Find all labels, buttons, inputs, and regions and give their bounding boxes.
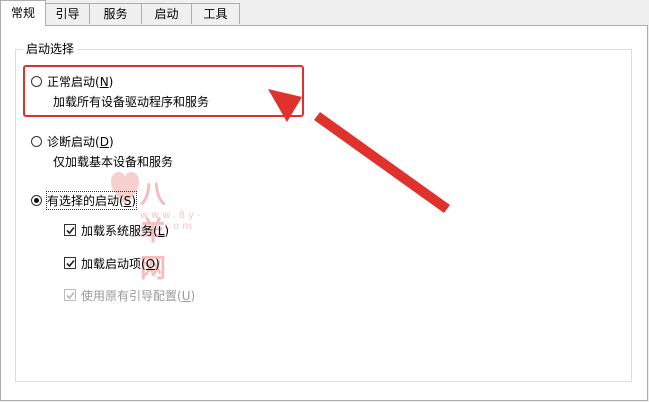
annotation-arrow-icon (268, 89, 450, 213)
tab-general[interactable]: 常规 (0, 0, 46, 26)
